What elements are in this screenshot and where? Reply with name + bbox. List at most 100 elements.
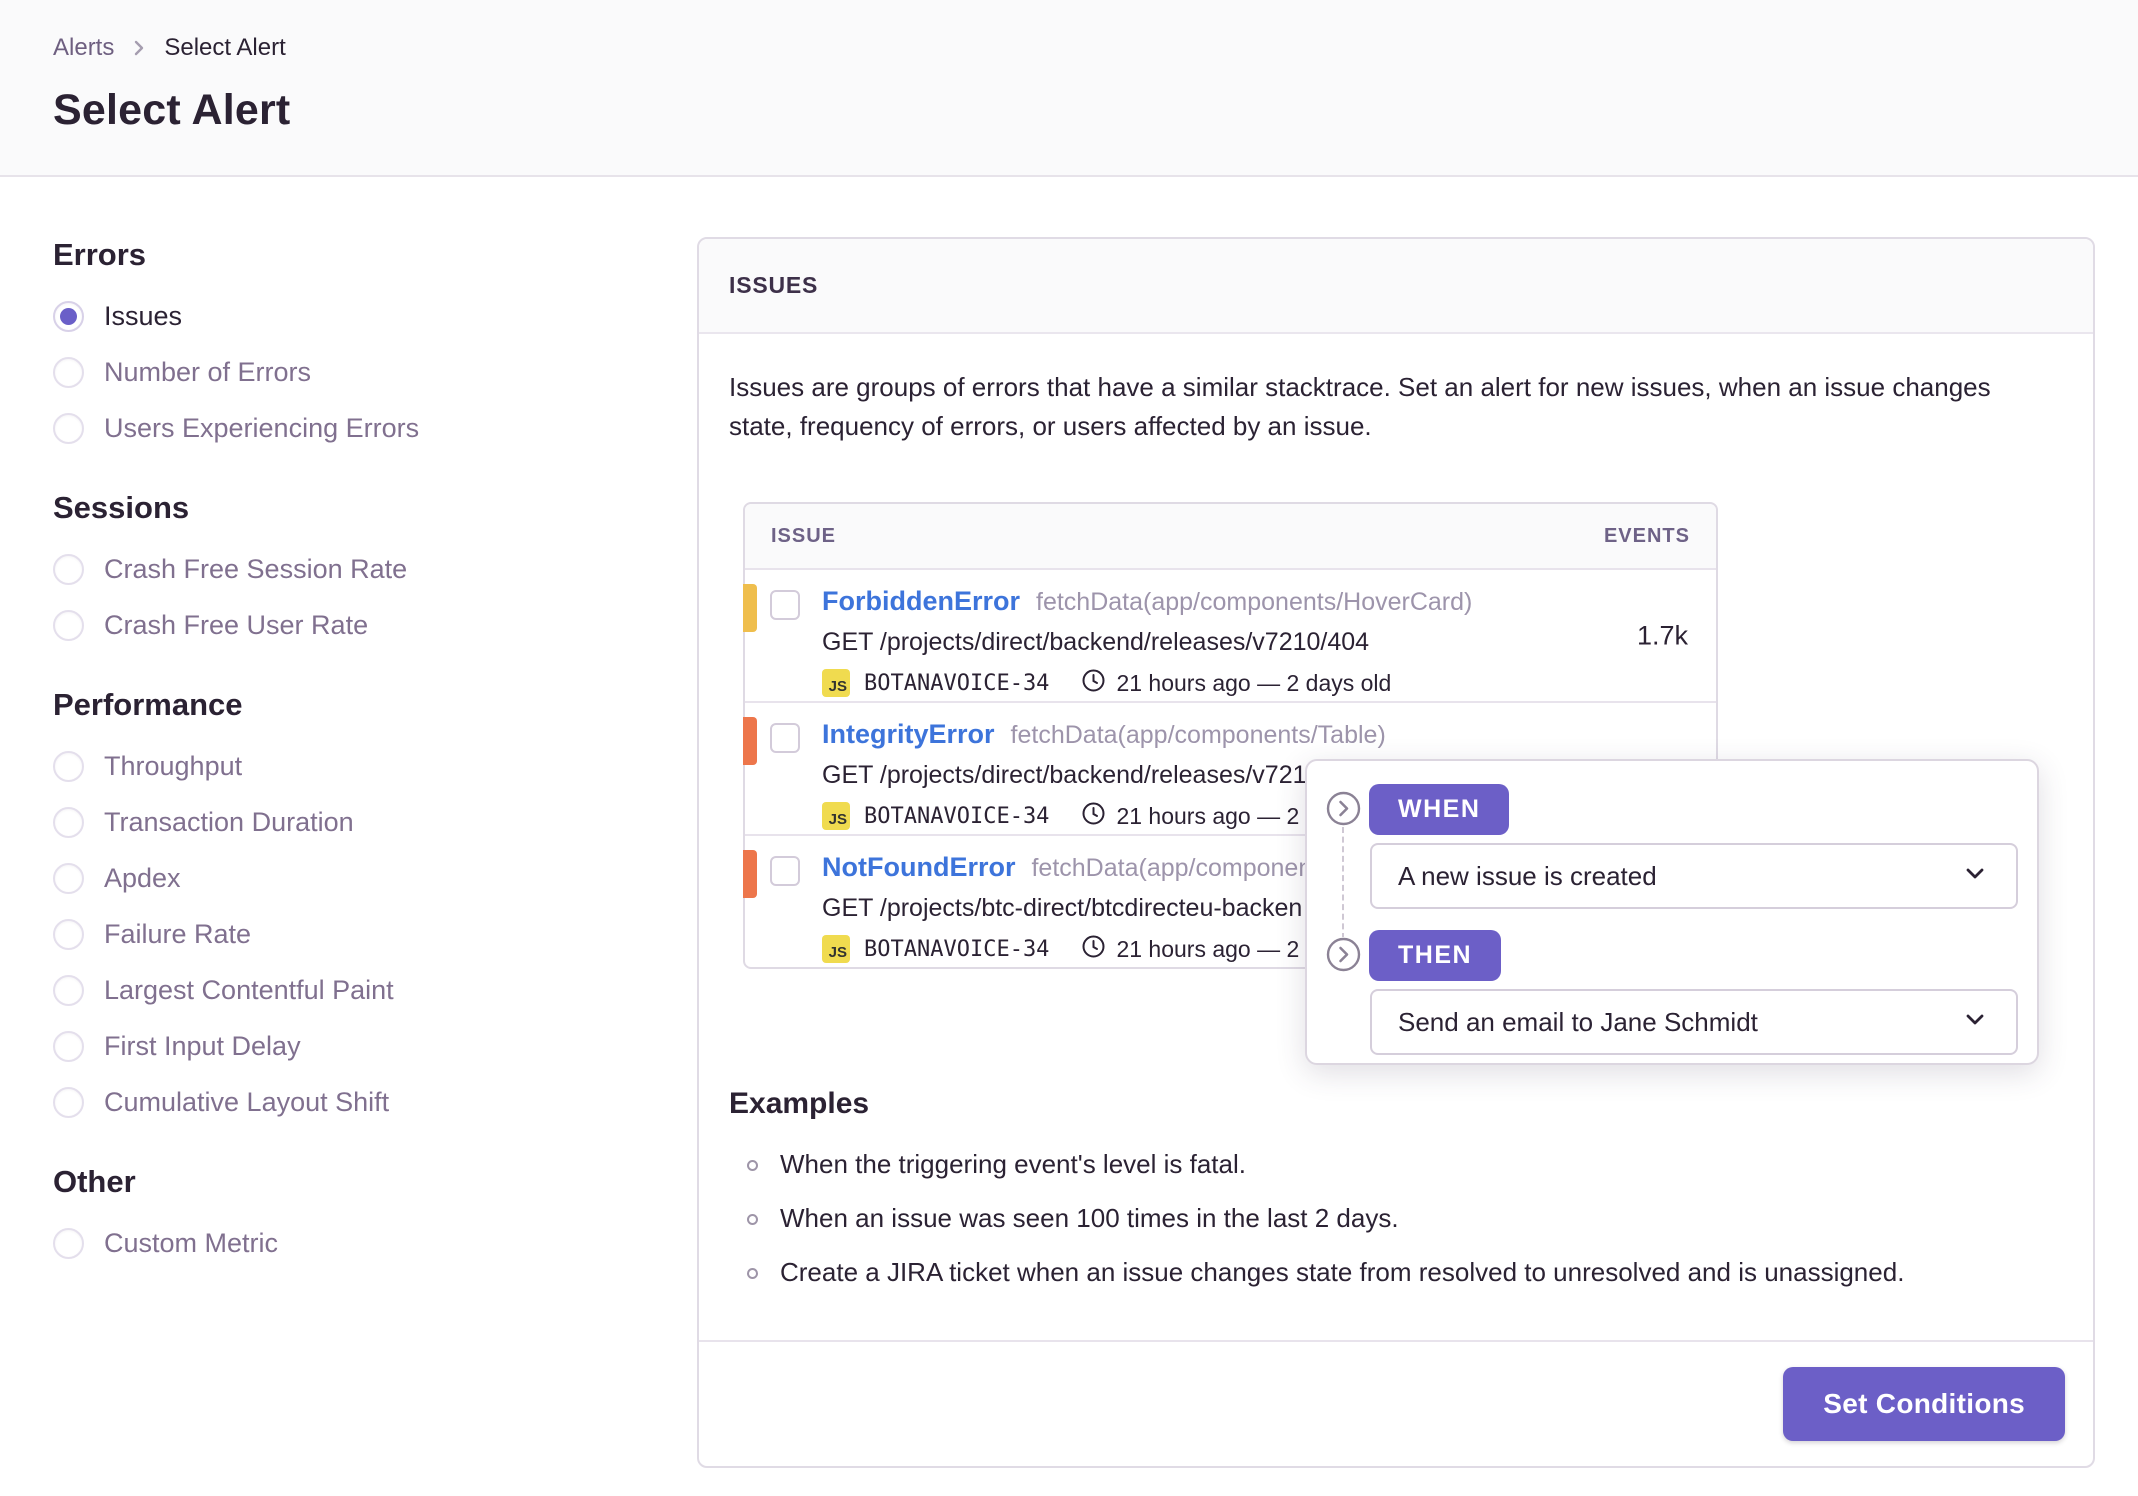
radio-option-largest-contentful-paint[interactable]: Largest Contentful Paint — [53, 975, 613, 1006]
issues-panel: ISSUES Issues are groups of errors that … — [697, 237, 2095, 1468]
radio-option-label[interactable]: Crash Free User Rate — [104, 610, 368, 641]
when-then-overlay-card: WHEN A new issue is created THEN Send an… — [1305, 759, 2039, 1065]
level-indicator-bar — [743, 584, 757, 632]
radio-option-label[interactable]: Custom Metric — [104, 1228, 278, 1259]
javascript-platform-icon: JS — [822, 802, 850, 830]
circle-chevron-right-icon — [1326, 937, 1361, 972]
level-indicator-bar — [743, 717, 757, 765]
radio-option-custom-metric[interactable]: Custom Metric — [53, 1228, 613, 1259]
project-slug: BOTANAVOICE-34 — [864, 936, 1050, 962]
javascript-platform-icon: JS — [822, 669, 850, 697]
radio-icon[interactable] — [53, 1031, 84, 1062]
column-header-issue: ISSUE — [771, 524, 837, 547]
table-row: ForbiddenError fetchData(app/components/… — [743, 568, 1716, 701]
when-badge: WHEN — [1369, 784, 1510, 835]
events-count: 1.7k — [1636, 620, 1688, 650]
panel-header-label: ISSUES — [729, 272, 819, 298]
chevron-down-icon — [1960, 1004, 1990, 1041]
example-text: Create a JIRA ticket when an issue chang… — [780, 1257, 1905, 1288]
group-sessions: Sessions Crash Free Session Rate Crash F… — [53, 490, 613, 641]
then-action-select[interactable]: Send an email to Jane Schmidt — [1370, 989, 2018, 1055]
radio-option-first-input-delay[interactable]: First Input Delay — [53, 1031, 613, 1062]
main-content: Errors Issues Number of Errors Users Exp… — [0, 177, 2138, 1468]
examples-title: Examples — [729, 1087, 870, 1120]
radio-option-label[interactable]: Transaction Duration — [104, 807, 354, 838]
example-text: When an issue was seen 100 times in the … — [780, 1203, 1399, 1234]
bullet-icon — [747, 1214, 758, 1226]
radio-icon[interactable] — [53, 975, 84, 1006]
group-title: Sessions — [53, 490, 190, 525]
issue-request: GET /projects/direct/backend/releases/v7… — [822, 628, 1370, 656]
radio-option-crash-free-user-rate[interactable]: Crash Free User Rate — [53, 610, 613, 641]
radio-option-failure-rate[interactable]: Failure Rate — [53, 919, 613, 950]
radio-selected-icon[interactable] — [53, 301, 84, 332]
radio-option-crash-free-session-rate[interactable]: Crash Free Session Rate — [53, 554, 613, 585]
issue-culprit: fetchData(app/components/HoverCard) — [1036, 588, 1473, 616]
issue-age: 21 hours ago — 2 days old — [1116, 669, 1392, 696]
breadcrumb: Alerts Select Alert — [53, 34, 2085, 62]
circle-chevron-right-icon — [1326, 791, 1361, 826]
radio-option-label[interactable]: Failure Rate — [104, 919, 251, 950]
issue-row-content: NotFoundError fetchData(app/component GE… — [822, 852, 1379, 964]
radio-option-label[interactable]: Crash Free Session Rate — [104, 554, 407, 585]
group-errors: Errors Issues Number of Errors Users Exp… — [53, 237, 613, 444]
radio-icon[interactable] — [53, 1228, 84, 1259]
issue-name-link[interactable]: IntegrityError — [822, 719, 995, 750]
clock-icon — [1081, 801, 1106, 831]
radio-icon[interactable] — [53, 1087, 84, 1118]
issue-culprit: fetchData(app/components/Table) — [1010, 721, 1386, 749]
clock-icon — [1081, 668, 1106, 698]
group-title: Other — [53, 1164, 136, 1199]
radio-option-label[interactable]: Number of Errors — [104, 357, 311, 388]
level-indicator-bar — [743, 850, 757, 898]
radio-option-number-of-errors[interactable]: Number of Errors — [53, 357, 613, 388]
radio-option-label[interactable]: Largest Contentful Paint — [104, 975, 394, 1006]
issue-row-content: IntegrityError fetchData(app/components/… — [822, 719, 1386, 831]
issues-panel-header: ISSUES — [699, 239, 2093, 334]
radio-option-issues[interactable]: Issues — [53, 301, 613, 332]
radio-option-label[interactable]: Users Experiencing Errors — [104, 413, 419, 444]
issue-checkbox[interactable] — [770, 723, 800, 753]
radio-option-label[interactable]: Throughput — [104, 751, 242, 782]
page-header: Alerts Select Alert Select Alert — [0, 0, 2138, 177]
radio-option-label[interactable]: Issues — [104, 301, 182, 332]
when-condition-value: A new issue is created — [1398, 860, 1657, 891]
radio-icon[interactable] — [53, 919, 84, 950]
radio-icon[interactable] — [53, 413, 84, 444]
examples-list: When the triggering event's level is fat… — [729, 1147, 2063, 1290]
radio-option-apdex[interactable]: Apdex — [53, 863, 613, 894]
radio-icon[interactable] — [53, 863, 84, 894]
list-item: When the triggering event's level is fat… — [747, 1147, 2063, 1182]
bullet-icon — [747, 1268, 758, 1280]
then-action-value: Send an email to Jane Schmidt — [1398, 1006, 1758, 1037]
when-condition-select[interactable]: A new issue is created — [1370, 843, 2018, 909]
breadcrumb-alerts-link[interactable]: Alerts — [53, 34, 114, 62]
clock-icon — [1081, 934, 1106, 964]
breadcrumb-current: Select Alert — [164, 34, 286, 61]
project-slug: BOTANAVOICE-34 — [864, 803, 1050, 829]
radio-option-throughput[interactable]: Throughput — [53, 751, 613, 782]
radio-option-label[interactable]: Cumulative Layout Shift — [104, 1087, 389, 1118]
issue-name-link[interactable]: NotFoundError — [822, 852, 1015, 883]
issue-checkbox[interactable] — [770, 590, 800, 620]
column-header-events: EVENTS — [1603, 524, 1690, 547]
radio-option-users-experiencing-errors[interactable]: Users Experiencing Errors — [53, 413, 613, 444]
radio-icon[interactable] — [53, 554, 84, 585]
group-other: Other Custom Metric — [53, 1164, 613, 1259]
radio-icon[interactable] — [53, 807, 84, 838]
set-conditions-button[interactable]: Set Conditions — [1783, 1367, 2065, 1441]
radio-option-transaction-duration[interactable]: Transaction Duration — [53, 807, 613, 838]
issue-name-link[interactable]: ForbiddenError — [822, 586, 1020, 617]
radio-icon[interactable] — [53, 610, 84, 641]
group-title: Performance — [53, 687, 243, 722]
page-title: Select Alert — [53, 86, 291, 134]
group-title: Errors — [53, 237, 147, 272]
example-text: When the triggering event's level is fat… — [780, 1149, 1246, 1179]
radio-icon[interactable] — [53, 751, 84, 782]
list-item: Create a JIRA ticket when an issue chang… — [747, 1255, 2063, 1290]
radio-option-label[interactable]: Apdex — [104, 863, 181, 894]
issue-checkbox[interactable] — [770, 856, 800, 886]
radio-icon[interactable] — [53, 357, 84, 388]
radio-option-cumulative-layout-shift[interactable]: Cumulative Layout Shift — [53, 1087, 613, 1118]
radio-option-label[interactable]: First Input Delay — [104, 1031, 301, 1062]
